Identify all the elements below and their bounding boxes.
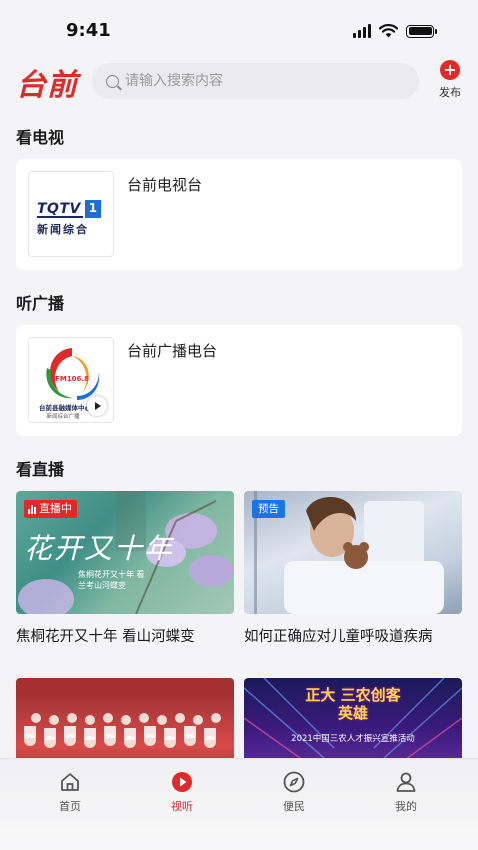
- live-badge: 直播中: [24, 500, 77, 518]
- status-time: 9:41: [66, 20, 111, 41]
- tqtv-logo-text: TQTV: [37, 201, 83, 218]
- search-input[interactable]: [125, 73, 405, 89]
- live-item[interactable]: 预告: [244, 491, 462, 614]
- live-item-caption[interactable]: 焦桐花开又十年 看山河蝶变: [16, 625, 195, 646]
- thumbnail-title-text: 花开又十年: [24, 532, 175, 565]
- add-icon: +: [440, 60, 460, 80]
- live-item-caption[interactable]: 如何正确应对儿童呼吸道疾病: [244, 625, 433, 646]
- live-thumbnail: 花开又十年 焦桐花开又十年 看兰考山河蝶变 直播中: [16, 491, 234, 614]
- tqtv-logo-subtitle: 新闻综合: [37, 223, 89, 236]
- live-bars-icon: [28, 504, 36, 514]
- thumbnail-sub-text: 焦桐花开又十年 看兰考山河蝶变: [78, 570, 145, 590]
- tv-channel-title: 台前电视台: [127, 176, 203, 194]
- search-bar[interactable]: [92, 63, 419, 99]
- thumbnail-title-text: 正大 三农创客英雄: [305, 686, 401, 722]
- section-title-live: 看直播: [16, 460, 65, 479]
- tqtv-logo-channel: 1: [84, 200, 101, 218]
- section-title-tv: 看电视: [16, 128, 65, 147]
- wifi-icon: [379, 24, 398, 38]
- app-header: 台前 + 发布: [0, 56, 478, 108]
- tab-profile-label: 我的: [395, 800, 417, 813]
- tab-services-label: 便民: [283, 800, 305, 813]
- tab-profile[interactable]: 我的: [376, 771, 436, 814]
- radio-station-title: 台前广播电台: [127, 342, 218, 360]
- cellular-signal-icon: [353, 24, 371, 38]
- tab-services[interactable]: 便民: [264, 771, 324, 814]
- play-icon[interactable]: [87, 396, 107, 416]
- live-item[interactable]: 花开又十年 焦桐花开又十年 看兰考山河蝶变 直播中: [16, 491, 234, 614]
- radio-station-card[interactable]: FM106.8 台前县融媒体中心 新闻综合广播 台前广播电台: [16, 325, 462, 436]
- radio-station-logo: FM106.8 台前县融媒体中心 新闻综合广播: [28, 337, 114, 423]
- tab-home[interactable]: 首页: [40, 771, 100, 814]
- search-icon: [106, 74, 119, 88]
- tab-media-label: 视听: [171, 800, 193, 813]
- tab-media[interactable]: 视听: [152, 771, 212, 814]
- user-icon: [396, 772, 416, 792]
- tv-channel-card[interactable]: TQTV 1 新闻综合 台前电视台: [16, 159, 462, 270]
- compass-icon: [283, 771, 305, 793]
- radio-logo-name: 台前县融媒体中心: [39, 403, 92, 412]
- status-icons: [353, 24, 437, 38]
- status-bar: 9:41: [0, 0, 478, 58]
- preview-badge: 预告: [252, 500, 285, 518]
- publish-label: 发布: [439, 86, 461, 99]
- radio-logo-sub: 新闻综合广播: [46, 412, 80, 420]
- home-icon: [61, 773, 79, 791]
- tab-home-label: 首页: [59, 800, 81, 813]
- live-thumbnail: 预告: [244, 491, 462, 614]
- publish-button[interactable]: + 发布: [435, 60, 465, 100]
- tqtv-logo: TQTV 1 新闻综合: [28, 171, 114, 257]
- app-logo: 台前: [16, 68, 78, 103]
- play-icon: [172, 772, 192, 792]
- battery-icon: [406, 24, 437, 38]
- bottom-tab-bar: 首页 视听 便民 我的: [0, 758, 478, 850]
- thumbnail-sub-text: 2021中国三农人才振兴宣推活动: [291, 734, 415, 744]
- radio-logo-freq: FM106.8: [55, 375, 89, 383]
- section-title-radio: 听广播: [16, 294, 65, 313]
